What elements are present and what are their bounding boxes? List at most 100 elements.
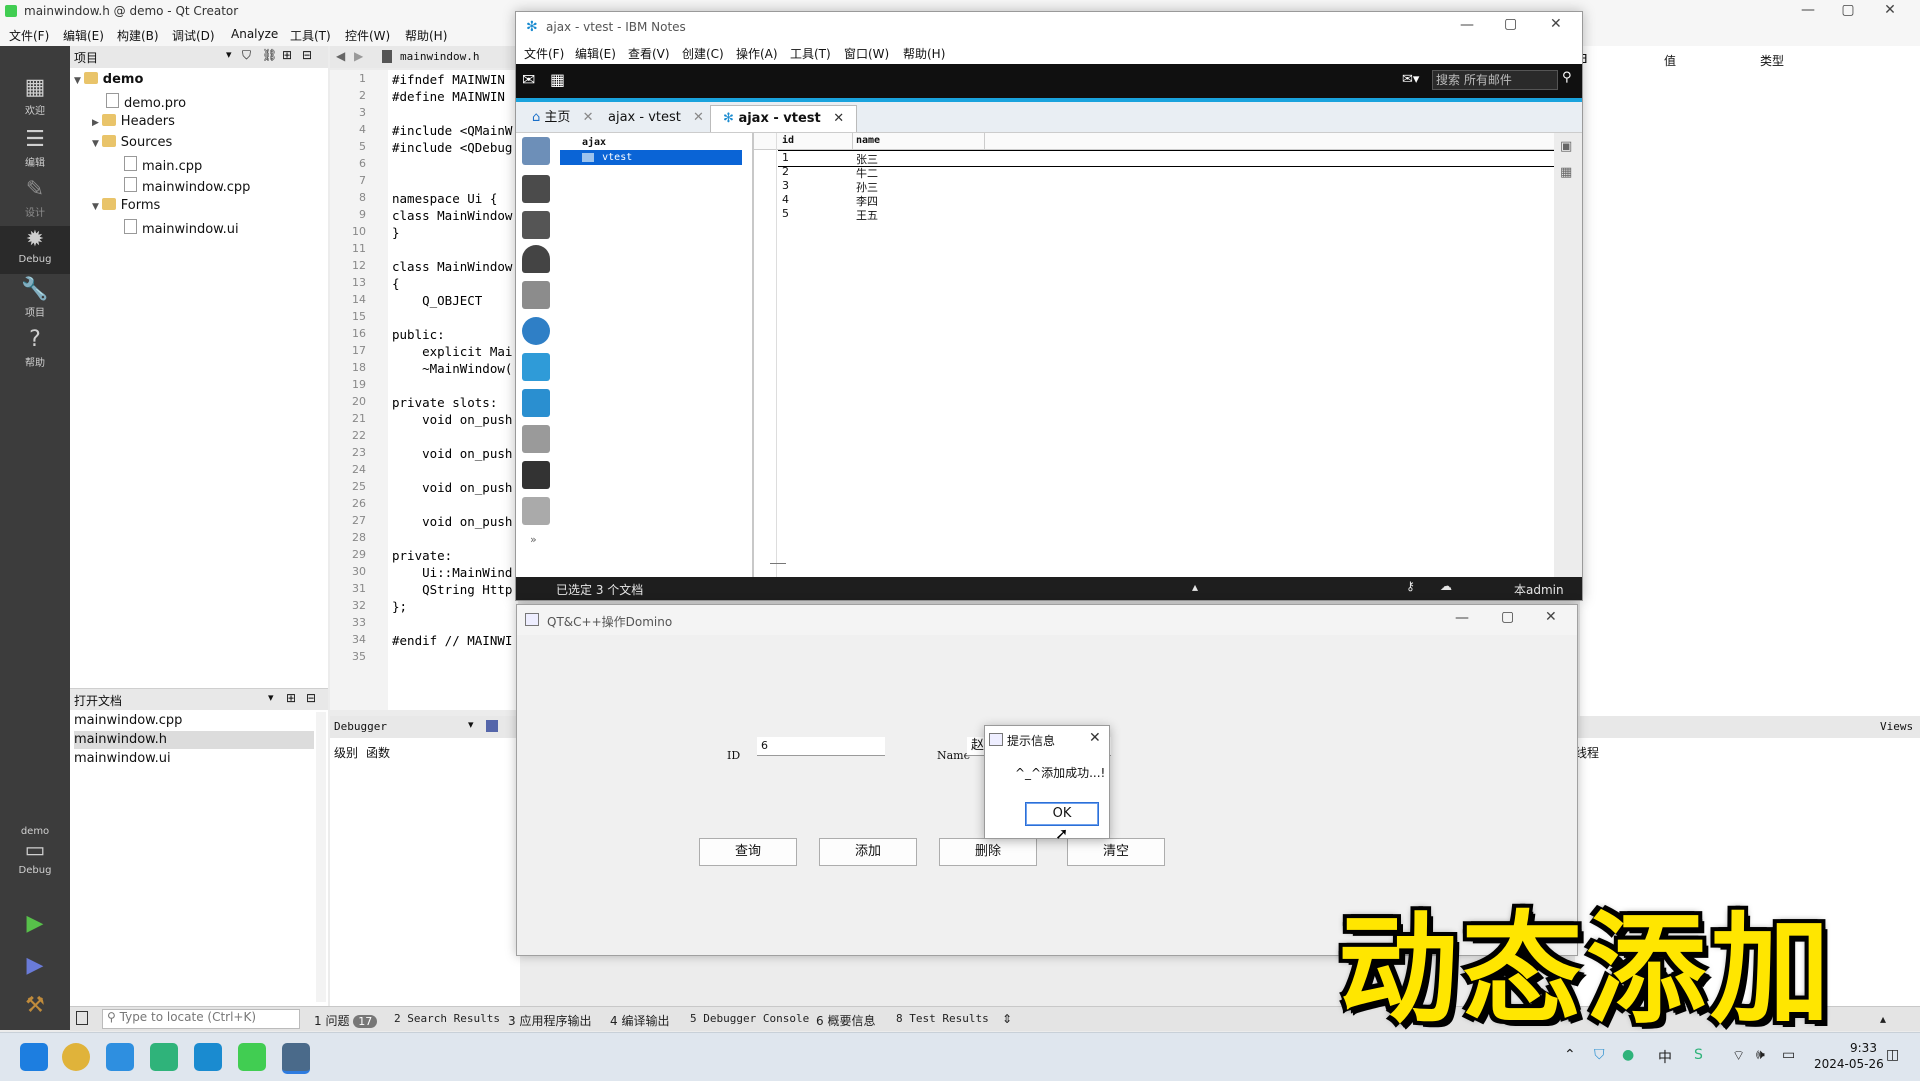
notes-menu-edit[interactable]: 编辑(E) bbox=[575, 45, 616, 62]
chevron-down-icon[interactable]: ▾ bbox=[226, 48, 232, 61]
menu-help[interactable]: 帮助(H) bbox=[405, 27, 447, 44]
more-icon[interactable]: » bbox=[530, 533, 537, 546]
online-icon[interactable]: ☁ bbox=[1440, 579, 1452, 593]
mail-icon[interactable] bbox=[522, 175, 550, 203]
key-icon[interactable]: ⚷ bbox=[1406, 579, 1415, 593]
mode-welcome[interactable]: ▦ 欢迎 bbox=[0, 74, 70, 122]
volume-icon[interactable]: 🕪 bbox=[1756, 1047, 1765, 1063]
menu-controls[interactable]: 控件(W) bbox=[345, 27, 390, 44]
tree-item-sources[interactable]: ▼ Sources bbox=[92, 135, 172, 150]
run-button[interactable]: ▶ bbox=[0, 910, 70, 958]
notes-search-input[interactable]: 搜索 所有邮件 bbox=[1432, 70, 1558, 90]
menu-debug[interactable]: 调试(D) bbox=[172, 27, 215, 44]
ok-button[interactable]: OK bbox=[1025, 802, 1099, 826]
briefcase-icon[interactable]: ▣ bbox=[1560, 139, 1572, 154]
open-doc-item[interactable]: mainwindow.ui bbox=[74, 750, 314, 768]
minimize-icon[interactable]: — bbox=[1788, 2, 1828, 18]
maximize-icon[interactable]: ▢ bbox=[1501, 609, 1514, 625]
tree-item-forms[interactable]: ▼ Forms bbox=[92, 198, 160, 213]
chevron-up-icon[interactable]: ▴ bbox=[1880, 1012, 1886, 1026]
status-user[interactable]: 本admin bbox=[1514, 581, 1564, 598]
pane-general-messages[interactable]: 6 概要信息 bbox=[816, 1012, 875, 1029]
chevron-down-icon[interactable]: ▾ bbox=[268, 691, 274, 704]
tab-ajax-vtest-2[interactable]: ✻ ajax - vtest ✕ bbox=[710, 105, 858, 132]
updown-arrows-icon[interactable]: ⇕ bbox=[1002, 1012, 1012, 1026]
delete-button[interactable]: 删除 bbox=[939, 838, 1037, 866]
back-icon[interactable]: ◀ bbox=[336, 49, 345, 63]
close-tab-icon[interactable]: ✕ bbox=[583, 110, 594, 125]
ime-icon[interactable]: 中 bbox=[1658, 1047, 1672, 1067]
app-icon[interactable] bbox=[106, 1043, 134, 1071]
menu-build[interactable]: 构建(B) bbox=[117, 27, 159, 44]
close-tab-icon[interactable]: ✕ bbox=[693, 110, 704, 125]
add-button[interactable]: 添加 bbox=[819, 838, 917, 866]
query-button[interactable]: 查询 bbox=[699, 838, 797, 866]
split-icon[interactable]: ⊞ bbox=[286, 691, 296, 705]
locator-input[interactable]: ⚲ Type to locate (Ctrl+K) bbox=[102, 1009, 300, 1029]
notes-menu-actions[interactable]: 操作(A) bbox=[736, 45, 778, 62]
mode-edit[interactable]: ☰ 编辑 bbox=[0, 126, 70, 174]
favorites-icon[interactable] bbox=[522, 425, 550, 453]
notes-menu-window[interactable]: 窗口(W) bbox=[844, 45, 889, 62]
column-id[interactable]: id bbox=[782, 135, 794, 146]
close-tab-icon[interactable]: ✕ bbox=[833, 111, 844, 126]
close-icon[interactable]: ✕ bbox=[1870, 2, 1910, 18]
mode-debug[interactable]: ✹ Debug bbox=[0, 226, 70, 274]
row-name[interactable]: 王五 bbox=[856, 207, 878, 223]
nav-item-vtest[interactable]: vtest bbox=[560, 150, 742, 165]
debugger-selector[interactable]: Debugger bbox=[334, 720, 387, 733]
tree-item-headers[interactable]: ▶ Headers bbox=[92, 114, 175, 129]
id-input[interactable]: 6 bbox=[757, 737, 885, 756]
close-icon[interactable]: ✕ bbox=[1545, 609, 1557, 625]
pane-debugger-console[interactable]: 5 Debugger Console bbox=[690, 1012, 809, 1025]
pane-test-results[interactable]: 8 Test Results bbox=[896, 1012, 989, 1025]
contacts-icon[interactable] bbox=[522, 137, 550, 165]
menu-edit[interactable]: 编辑(E) bbox=[63, 27, 104, 44]
notes-taskbar-icon[interactable] bbox=[194, 1043, 222, 1071]
chevron-up-icon[interactable]: ⌃ bbox=[1564, 1047, 1576, 1063]
close-icon[interactable]: ✕ bbox=[1550, 16, 1562, 32]
split-icon[interactable]: ⊞ bbox=[282, 48, 292, 62]
notes-menu-help[interactable]: 帮助(H) bbox=[903, 45, 945, 62]
link-icon[interactable]: ⛓ bbox=[262, 48, 277, 62]
scrollbar[interactable] bbox=[316, 712, 326, 1002]
chat-icon[interactable]: ● bbox=[1622, 1047, 1634, 1063]
mode-design[interactable]: ✎ 设计 bbox=[0, 176, 70, 224]
pane-compile-output[interactable]: 4 编译输出 bbox=[610, 1012, 669, 1029]
open-icon[interactable] bbox=[522, 389, 550, 417]
pane-app-output[interactable]: 3 应用程序输出 bbox=[508, 1012, 591, 1029]
notes-menu-create[interactable]: 创建(C) bbox=[682, 45, 724, 62]
app-tray-icon[interactable]: S bbox=[1694, 1047, 1703, 1063]
clock-time[interactable]: 9:33 bbox=[1850, 1041, 1877, 1055]
calendar-icon[interactable]: ▦ bbox=[550, 70, 565, 89]
column-name[interactable]: name bbox=[856, 135, 880, 146]
todo-icon[interactable] bbox=[522, 281, 550, 309]
pane-issues[interactable]: 1 问题 17 bbox=[314, 1012, 378, 1029]
selection-margin[interactable] bbox=[754, 133, 777, 577]
notes-menu-file[interactable]: 文件(F) bbox=[524, 45, 564, 62]
editor-tab-label[interactable]: mainwindow.h bbox=[400, 50, 479, 63]
threads-icon[interactable] bbox=[486, 720, 498, 732]
open-doc-item[interactable]: mainwindow.h bbox=[74, 731, 314, 749]
qt-taskbar-icon[interactable] bbox=[238, 1043, 266, 1071]
close-panel-icon[interactable]: ⊟ bbox=[302, 48, 312, 62]
menu-analyze[interactable]: Analyze bbox=[231, 27, 278, 41]
filter-icon[interactable]: ⛉ bbox=[242, 48, 251, 63]
chrome-icon[interactable] bbox=[62, 1043, 90, 1071]
tree-item-mainwindow-ui[interactable]: mainwindow.ui bbox=[124, 219, 239, 237]
search-icon[interactable]: ⚲ bbox=[1562, 70, 1572, 85]
workspace-icon[interactable] bbox=[522, 461, 550, 489]
chevron-up-icon[interactable]: ▴ bbox=[1192, 580, 1198, 594]
mode-help[interactable]: ? 帮助 bbox=[0, 326, 70, 374]
sidebar-toggle-icon[interactable] bbox=[76, 1011, 88, 1025]
day-at-a-glance-icon[interactable]: ▦ bbox=[1560, 165, 1572, 180]
maximize-icon[interactable]: ▢ bbox=[1504, 16, 1517, 32]
maximize-icon[interactable]: ▢ bbox=[1828, 2, 1868, 18]
security-icon[interactable] bbox=[522, 353, 550, 381]
forward-icon[interactable]: ▶ bbox=[354, 49, 363, 63]
tree-item-demo[interactable]: ▼ demo bbox=[74, 72, 143, 87]
clear-button[interactable]: 清空 bbox=[1067, 838, 1165, 866]
app-icon[interactable] bbox=[150, 1043, 178, 1071]
chevron-down-icon[interactable]: ▾ bbox=[468, 718, 474, 731]
menu-file[interactable]: 文件(F) bbox=[9, 27, 49, 44]
